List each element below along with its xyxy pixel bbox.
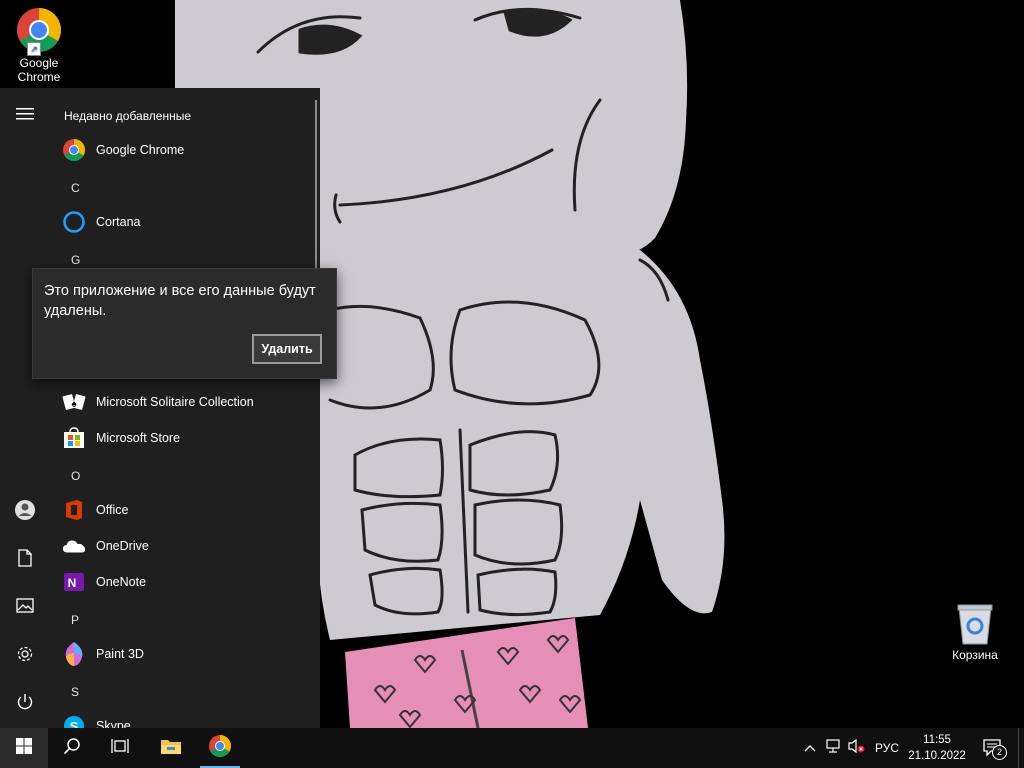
volume-muted-icon <box>848 738 866 759</box>
input-language-indicator[interactable]: РУС <box>872 728 902 768</box>
file-explorer-icon <box>160 737 182 760</box>
paint-3d-icon <box>62 642 86 666</box>
tray-clock[interactable]: 11:55 21.10.2022 <box>900 728 974 768</box>
settings-button[interactable] <box>0 634 50 678</box>
app-label: Microsoft Store <box>96 431 181 445</box>
svg-text:S: S <box>70 719 79 728</box>
windows-start-icon <box>16 737 32 759</box>
desktop-icon-recycle-bin[interactable]: Корзина <box>937 602 1013 662</box>
pictures-button[interactable] <box>0 586 50 630</box>
recently-added-header: Недавно добавленные <box>64 109 192 123</box>
app-item-microsoft-solitaire-collection[interactable]: ♠ Microsoft Solitaire Collection <box>50 384 312 420</box>
app-item-microsoft-store[interactable]: Microsoft Store <box>50 420 312 456</box>
app-label: Skype <box>96 719 131 728</box>
app-item-onedrive[interactable]: OneDrive <box>50 528 312 564</box>
chrome-icon: ↗ <box>15 6 63 56</box>
app-item-cortana[interactable]: Cortana <box>50 204 312 240</box>
documents-icon <box>17 548 33 572</box>
power-button[interactable] <box>0 682 50 726</box>
search-icon <box>63 737 81 760</box>
chrome-icon <box>208 734 232 763</box>
user-account-icon <box>14 499 36 526</box>
app-item-skype[interactable]: S Skype <box>50 708 312 728</box>
task-view-button[interactable] <box>96 728 144 768</box>
skype-icon: S <box>62 714 86 728</box>
desktop-icon-google-chrome[interactable]: ↗ Google Chrome <box>1 6 77 84</box>
letter-header-o[interactable]: O <box>71 469 80 483</box>
solitaire-cards-icon: ♠ <box>62 390 86 414</box>
uninstall-confirmation-flyout: Это приложение и все его данные будут уд… <box>32 268 337 379</box>
network-icon <box>825 738 841 759</box>
desktop-icon-label: Google Chrome <box>17 56 61 84</box>
office-icon <box>62 498 86 522</box>
chevron-up-icon <box>804 739 816 757</box>
hamburger-menu-icon <box>16 107 34 126</box>
microsoft-store-icon <box>62 426 86 450</box>
search-button[interactable] <box>48 728 96 768</box>
task-view-icon <box>111 738 129 759</box>
pictures-icon <box>16 598 34 618</box>
uninstall-message: Это приложение и все его данные будут уд… <box>44 283 316 319</box>
start-menu: Недавно добавленные Google Chrome C Cort… <box>0 88 320 728</box>
app-item-google-chrome[interactable]: Google Chrome <box>50 132 312 168</box>
app-label: Cortana <box>96 215 141 229</box>
letter-header-p[interactable]: P <box>71 613 79 627</box>
onedrive-cloud-icon <box>62 534 86 558</box>
app-item-paint-3d[interactable]: Paint 3D <box>50 636 312 672</box>
clock-date: 21.10.2022 <box>908 750 966 762</box>
app-item-office[interactable]: Office <box>50 492 312 528</box>
start-menu-rail <box>0 88 50 728</box>
volume-tray-button[interactable] <box>846 728 868 768</box>
network-tray-button[interactable] <box>822 728 844 768</box>
cortana-icon <box>62 210 86 234</box>
svg-text:♠: ♠ <box>71 399 77 410</box>
app-label: Paint 3D <box>96 647 144 661</box>
letter-header-s[interactable]: S <box>71 685 79 699</box>
app-label: OneDrive <box>96 539 149 553</box>
show-desktop-button[interactable] <box>1018 728 1024 768</box>
user-account-button[interactable] <box>0 490 50 534</box>
letter-header-c[interactable]: C <box>71 181 80 195</box>
action-center-button[interactable]: 2 <box>978 728 1008 768</box>
svg-text:N: N <box>68 576 77 590</box>
chrome-taskbar-button[interactable] <box>196 728 244 768</box>
app-label: Google Chrome <box>96 143 185 157</box>
onenote-icon: N <box>62 570 86 594</box>
file-explorer-taskbar-button[interactable] <box>147 728 195 768</box>
notification-icon: 2 <box>983 739 1007 760</box>
notification-count-badge: 2 <box>992 745 1007 760</box>
documents-button[interactable] <box>0 538 50 582</box>
taskbar: РУС 11:55 21.10.2022 2 <box>0 728 1024 768</box>
show-hidden-icons-button[interactable] <box>800 728 820 768</box>
letter-header-g[interactable]: G <box>71 253 80 267</box>
app-label: Microsoft Solitaire Collection <box>96 395 254 409</box>
hamburger-menu-button[interactable] <box>0 94 50 138</box>
recycle-bin-icon <box>955 602 995 646</box>
clock-time: 11:55 <box>923 734 951 746</box>
shortcut-arrow-icon: ↗ <box>27 42 41 56</box>
chrome-icon <box>62 138 86 162</box>
app-label: OneNote <box>96 575 147 589</box>
start-button[interactable] <box>0 728 48 768</box>
app-item-onenote[interactable]: N OneNote <box>50 564 312 600</box>
settings-gear-icon <box>16 645 34 668</box>
app-label: Office <box>96 503 129 517</box>
desktop-icon-label: Корзина <box>952 648 998 662</box>
app-list-scrollbar[interactable] <box>315 100 317 268</box>
power-icon <box>16 693 34 716</box>
uninstall-button[interactable]: Удалить <box>252 334 322 364</box>
start-app-list: Недавно добавленные Google Chrome C Cort… <box>50 88 316 728</box>
